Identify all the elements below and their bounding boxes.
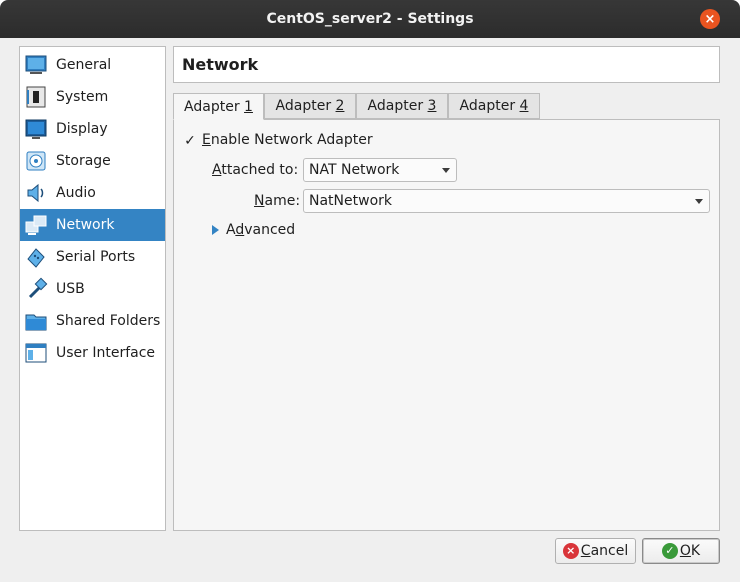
sidebar-item-label: Storage [56,153,111,169]
tab-mnemonic: 2 [335,98,345,114]
tab-label: Adapter [367,98,428,114]
button-mnemonic: C [580,543,591,559]
sidebar-item-label: USB [56,281,85,297]
display-icon [25,119,47,139]
tab-adapter-1[interactable]: Adapter 1 [173,93,264,120]
settings-window: CentOS_server2 - Settings × General Syst… [0,0,740,582]
expand-arrow-icon[interactable] [212,225,219,235]
sidebar-item-system[interactable]: System [20,81,165,113]
close-button[interactable]: × [700,9,720,29]
label-text: ame: [264,193,301,209]
advanced-toggle[interactable]: Advanced [226,222,295,238]
sidebar-item-label: Shared Folders [56,313,161,329]
shared-folders-icon [25,314,47,331]
tab-label: Adapter [459,98,520,114]
button-label: ancel [590,543,629,559]
sidebar-item-label: User Interface [56,345,156,361]
sidebar-item-label: Network [56,217,115,233]
network-icon [25,215,47,235]
label-mnemonic: N [254,193,265,209]
tab-adapter-3[interactable]: Adapter 3 [356,93,448,119]
sidebar-item-general[interactable]: General [20,49,165,81]
chevron-down-icon [695,199,703,204]
window-title: CentOS_server2 - Settings [266,11,474,27]
ok-icon: ✓ [661,543,678,559]
cancel-icon: × [562,543,579,559]
sidebar-item-label: System [56,89,109,105]
title-bar[interactable]: CentOS_server2 - Settings × [0,0,740,38]
sidebar-item-shared-folders[interactable]: Shared Folders [20,305,165,337]
enable-network-adapter-checkbox[interactable]: ✓ [182,133,198,149]
sidebar-item-storage[interactable]: Storage [20,145,165,177]
attached-to-label: Attached to: [212,162,298,178]
close-icon: × [704,11,716,27]
label-text: A [226,222,236,238]
tab-adapter-2[interactable]: Adapter 2 [264,93,356,119]
sidebar-item-label: Audio [56,185,96,201]
checkmark-icon: ✓ [184,133,196,149]
tab-mnemonic: 1 [244,98,253,115]
tab-label: Adapter [184,98,245,115]
ok-button[interactable]: ✓ OK [642,538,720,564]
storage-icon [26,151,46,171]
sidebar-item-label: Serial Ports [56,249,136,265]
sidebar-item-audio[interactable]: Audio [20,177,165,209]
network-name-value: NatNetwork [309,193,392,209]
tab-adapter-4[interactable]: Adapter 4 [448,93,540,119]
chevron-down-icon [442,168,450,173]
label-mnemonic: E [202,132,211,148]
label-text: nable Network Adapter [210,132,373,148]
network-name-select[interactable]: NatNetwork [303,189,710,213]
sidebar-item-label: General [56,57,112,73]
tab-mnemonic: 3 [427,98,437,114]
sidebar-item-label: Display [56,121,108,137]
sidebar-item-usb[interactable]: USB [20,273,165,305]
system-icon [26,86,46,108]
settings-category-list: General System Display Storage Audio Net… [19,46,166,531]
attached-to-value: NAT Network [309,162,400,178]
label-text: vanced [244,222,296,238]
label-mnemonic: A [212,162,222,178]
tab-label: Adapter [275,98,336,114]
attached-to-select[interactable]: NAT Network [303,158,457,182]
serial-ports-icon [27,248,45,268]
cancel-button[interactable]: × Cancel [555,538,636,564]
enable-network-adapter-label[interactable]: Enable Network Adapter [202,132,373,148]
name-label: Name: [254,193,300,209]
sidebar-item-serial-ports[interactable]: Serial Ports [20,241,165,273]
audio-icon [27,183,44,203]
usb-icon [28,277,48,299]
general-icon [25,55,47,74]
page-title: Network [173,46,720,83]
label-mnemonic: d [235,222,245,238]
user-interface-icon [25,343,47,363]
label-text: ttached to: [221,162,299,178]
button-label: K [690,543,701,559]
sidebar-item-network[interactable]: Network [20,209,165,241]
tab-mnemonic: 4 [519,98,529,114]
sidebar-item-user-interface[interactable]: User Interface [20,337,165,369]
button-mnemonic: O [679,543,691,559]
sidebar-item-display[interactable]: Display [20,113,165,145]
